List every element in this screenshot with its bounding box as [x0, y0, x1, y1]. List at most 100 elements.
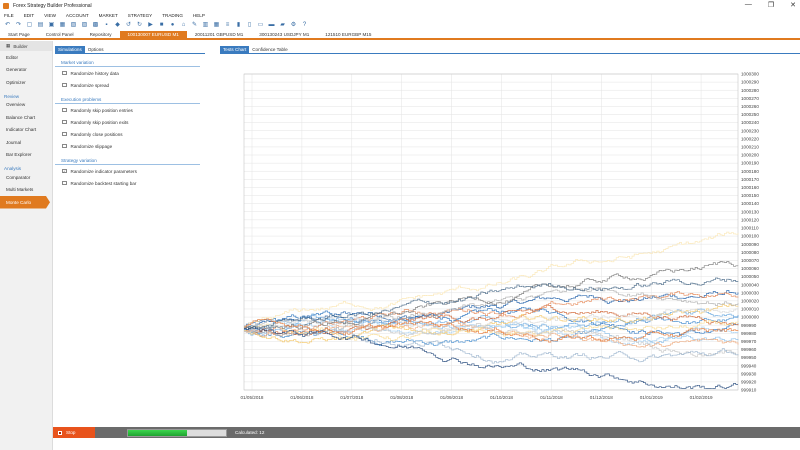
maximize-button[interactable]: ❐	[768, 1, 774, 9]
stop-button[interactable]: Stop	[53, 427, 95, 438]
section-title: Execution problems	[55, 97, 200, 104]
settings-icon[interactable]: ⚙	[290, 21, 297, 28]
table-icon[interactable]: ▭	[257, 21, 264, 28]
checkbox[interactable]	[62, 119, 67, 125]
y-tick-label: 1000010	[741, 307, 759, 312]
doc-tab[interactable]: Repository	[82, 31, 120, 38]
doc-tab[interactable]: Start Page	[0, 31, 38, 38]
menu-help[interactable]: HELP	[193, 13, 205, 18]
sidebar-item[interactable]: Overview	[0, 99, 52, 112]
y-tick-label: 1000230	[741, 128, 759, 133]
menu-account[interactable]: ACCOUNT	[66, 13, 89, 18]
sidebar-item[interactable]: Balance Chart	[0, 111, 52, 124]
open-icon[interactable]: ▤	[37, 21, 44, 28]
sidebar-item[interactable]: Journal	[0, 136, 52, 149]
option-label: Randomly skip position entries	[70, 107, 133, 113]
menu-file[interactable]: FILE	[4, 13, 14, 18]
redo2-icon[interactable]: ↻	[136, 21, 143, 28]
option-label: Randomize history data	[70, 70, 119, 76]
y-tick-label: 1000200	[741, 153, 759, 158]
minimize-button[interactable]: —	[745, 1, 752, 9]
folder-icon[interactable]: ▪	[103, 21, 110, 28]
x-tick-label: 01/10/2018	[490, 395, 513, 400]
menu-market[interactable]: MARKET	[99, 13, 118, 18]
sidebar-item[interactable]: Generator	[0, 64, 52, 77]
y-tick-label: 1000290	[741, 80, 759, 85]
sidebar-top-label: Builder	[13, 43, 28, 49]
save-all-icon[interactable]: ▩	[92, 21, 99, 28]
document-tabs: Start Page Control Panel Repository 1001300…	[0, 31, 800, 40]
option-row[interactable]: Randomly skip position entries	[55, 104, 205, 116]
y-tick-label: 999950	[741, 355, 757, 360]
stop-icon[interactable]: ■	[158, 21, 165, 28]
menu-view[interactable]: VIEW	[44, 13, 56, 18]
option-label: Randomize indicator parameters	[70, 168, 137, 174]
option-row[interactable]: Randomly skip position exits	[55, 116, 205, 128]
tab-options[interactable]: Options	[85, 46, 107, 53]
sidebar-builder-header[interactable]: ▦ Builder	[0, 41, 52, 51]
sidebar-item[interactable]: Optimizer	[0, 76, 52, 89]
copy-icon[interactable]: ▨	[81, 21, 88, 28]
option-row[interactable]: Randomize backtest starting bar	[55, 177, 205, 189]
tab-confidence-table[interactable]: Confidence Table	[249, 46, 290, 53]
option-row[interactable]: ✓ Randomize indicator parameters	[55, 165, 205, 177]
checkbox[interactable]	[62, 70, 67, 76]
redo-icon[interactable]: ↷	[15, 21, 22, 28]
help-icon[interactable]: ?	[301, 21, 308, 28]
option-row[interactable]: Randomize spread	[55, 79, 205, 91]
checkbox[interactable]	[62, 107, 67, 113]
window-icon[interactable]: ▬	[268, 21, 275, 28]
menu-edit[interactable]: EDIT	[24, 13, 34, 18]
menu-trading[interactable]: TRADING	[162, 13, 183, 18]
y-tick-label: 999990	[741, 323, 757, 328]
option-row[interactable]: Randomly close positions	[55, 128, 205, 140]
play-icon[interactable]: ▶	[147, 21, 154, 28]
y-tick-label: 1000170	[741, 177, 759, 182]
x-tick-label: 01/11/2018	[540, 395, 563, 400]
y-tick-label: 999940	[741, 363, 757, 368]
sidebar-item[interactable]: Editor	[0, 51, 52, 64]
doc-tab[interactable]: 121510 EURGBP M15	[317, 31, 379, 38]
option-row[interactable]: Randomize history data	[55, 67, 205, 79]
close-button[interactable]: ✕	[790, 1, 796, 9]
builder-icon: ▦	[6, 43, 11, 48]
sidebar-item[interactable]: Comparator	[0, 171, 52, 184]
x-tick-label: 01/01/2019	[640, 395, 663, 400]
tab-simulations[interactable]: Simulations	[55, 46, 85, 53]
y-tick-label: 999920	[741, 379, 757, 384]
sidebar-item[interactable]: Multi Markets	[0, 184, 52, 197]
doc-tab[interactable]: 100130007 EURUSD M1	[119, 31, 187, 38]
x-tick-label: 01/12/2018	[590, 395, 613, 400]
save-as-icon[interactable]: ▦	[59, 21, 66, 28]
home-icon[interactable]: ⌂	[180, 21, 187, 28]
checkbox[interactable]	[62, 82, 67, 88]
sidebar-item[interactable]: Bar Explorer	[0, 149, 52, 162]
layout-icon[interactable]: ▯	[246, 21, 253, 28]
menu-strategy[interactable]: STRATEGY	[128, 13, 152, 18]
checkbox[interactable]	[62, 131, 67, 137]
save-icon[interactable]: ▣	[48, 21, 55, 28]
checkbox[interactable]: ✓	[62, 169, 67, 174]
sidebar-item[interactable]: Indicator Chart	[0, 124, 52, 137]
chart2-icon[interactable]: ▰	[279, 21, 286, 28]
doc-tab[interactable]: 20011201 GBPUSD M1	[187, 31, 251, 38]
grid-icon[interactable]: ▦	[213, 21, 220, 28]
record-icon[interactable]: ●	[169, 21, 176, 28]
list-icon[interactable]: ≡	[224, 21, 231, 28]
chart-icon[interactable]: ▥	[202, 21, 209, 28]
undo-icon[interactable]: ↶	[4, 21, 11, 28]
option-row[interactable]: Randomize slippage	[55, 140, 205, 152]
pin-icon[interactable]: ✎	[191, 21, 198, 28]
tab-tests-chart[interactable]: Tests Chart	[220, 46, 250, 53]
checkbox[interactable]	[62, 180, 67, 186]
simulation-options-panel: Simulations Options Market variation Rand…	[55, 46, 205, 426]
doc-tab[interactable]: Control Panel	[38, 31, 82, 38]
pointer-icon[interactable]: ◆	[114, 21, 121, 28]
bars-icon[interactable]: ▮	[235, 21, 242, 28]
checkbox[interactable]	[62, 143, 67, 149]
sidebar-item[interactable]: Monte Carlo	[0, 196, 50, 209]
paste-icon[interactable]: ▧	[70, 21, 77, 28]
doc-tab[interactable]: 300130243 USDJPY M1	[251, 31, 317, 38]
undo2-icon[interactable]: ↺	[125, 21, 132, 28]
new-icon[interactable]: ▢	[26, 21, 33, 28]
